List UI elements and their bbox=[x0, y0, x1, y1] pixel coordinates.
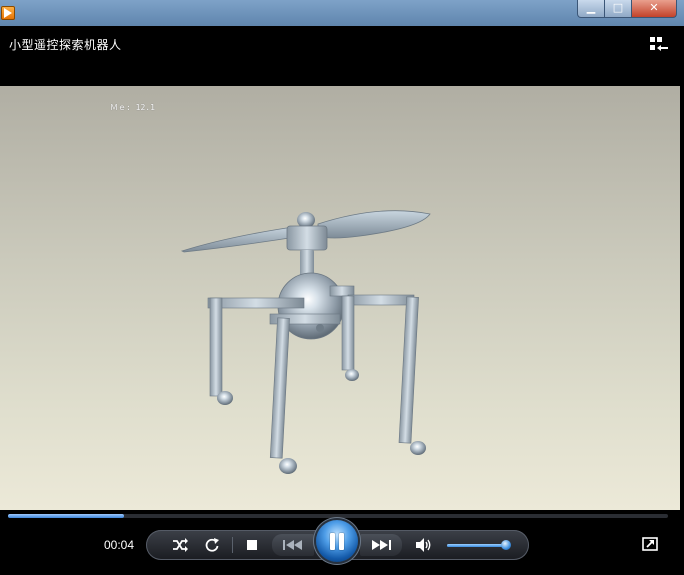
volume-icon bbox=[416, 538, 431, 552]
next-button[interactable] bbox=[360, 534, 402, 556]
video-title: 小型遥控探索机器人 bbox=[9, 38, 122, 52]
volume-slider-thumb[interactable] bbox=[500, 540, 511, 550]
robot-model-image bbox=[180, 210, 431, 474]
minimize-button[interactable]: ▁ bbox=[577, 0, 605, 18]
app-logo-icon bbox=[1, 6, 15, 20]
volume-button[interactable] bbox=[412, 530, 436, 560]
shuffle-icon bbox=[173, 538, 188, 552]
video-border bbox=[680, 86, 684, 510]
fullscreen-icon bbox=[642, 537, 658, 551]
stop-button[interactable] bbox=[240, 530, 264, 560]
playback-controls-bar: 00:04 bbox=[0, 510, 684, 575]
video-viewport[interactable]: Ｍｅ: 12.1 bbox=[0, 86, 680, 510]
fullscreen-button[interactable] bbox=[642, 536, 658, 551]
current-time: 00:04 bbox=[104, 538, 135, 552]
previous-button[interactable] bbox=[272, 534, 314, 556]
seek-bar[interactable] bbox=[8, 514, 668, 518]
pause-button[interactable] bbox=[316, 520, 358, 562]
volume-slider-level bbox=[447, 544, 506, 547]
seek-bar-progress bbox=[8, 514, 124, 518]
next-icon bbox=[372, 540, 391, 550]
media-player-window: ▁ □ ✕ 小型遥控探索机器人 Ｍｅ: 12.1 00:04 bbox=[0, 0, 684, 575]
previous-icon bbox=[283, 540, 302, 550]
window-titlebar[interactable]: ▁ □ ✕ bbox=[0, 0, 684, 26]
pause-icon bbox=[328, 532, 346, 550]
stop-icon bbox=[247, 540, 257, 550]
close-button[interactable]: ✕ bbox=[631, 0, 677, 18]
volume-slider[interactable] bbox=[447, 540, 511, 550]
playlist-toggle-icon[interactable] bbox=[650, 36, 668, 56]
shuffle-button[interactable] bbox=[168, 530, 192, 560]
repeat-icon bbox=[205, 538, 219, 552]
maximize-button[interactable]: □ bbox=[604, 0, 632, 18]
now-playing-header: 小型遥控探索机器人 bbox=[0, 26, 684, 86]
divider bbox=[232, 537, 233, 553]
repeat-button[interactable] bbox=[200, 530, 224, 560]
